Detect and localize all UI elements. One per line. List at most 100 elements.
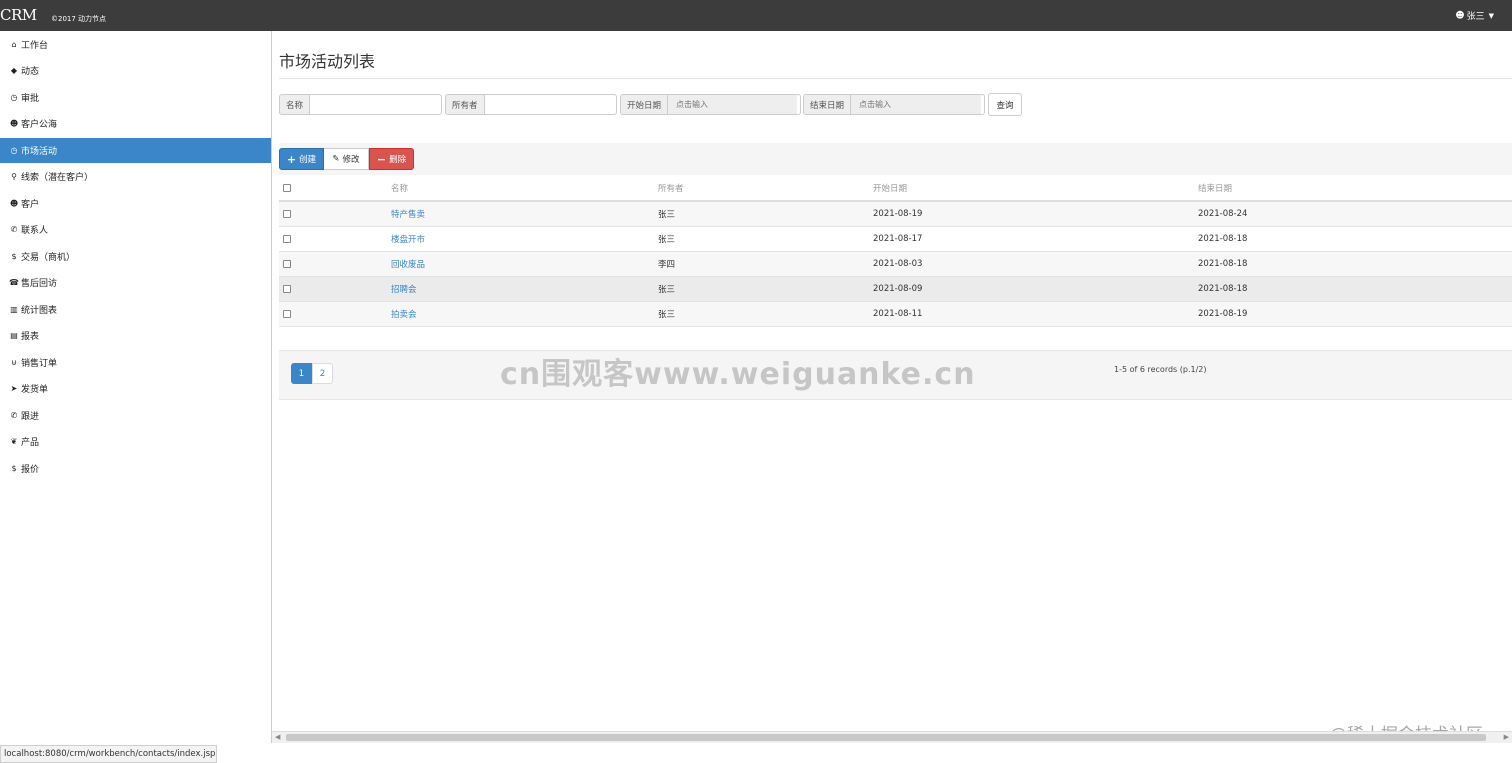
owner-cell: 张三 [658, 310, 676, 320]
toolbar [279, 143, 1512, 175]
search-name-group: 名称 [279, 94, 442, 115]
search-name-label: 名称 [280, 95, 311, 114]
sidebar-item[interactable]: ◷ 市场活动 [0, 137, 271, 163]
scroll-left-icon[interactable]: ◀ [275, 733, 280, 741]
search-start-date-label: 开始日期 [621, 95, 669, 114]
pencil-icon: ✎ [332, 154, 340, 164]
sidebar-item[interactable]: ◆ 动态 [0, 58, 271, 83]
search-icon: ⚲ [11, 172, 17, 181]
sidebar-item-label: 统计图表 [21, 305, 58, 316]
home-icon: ⌂ [11, 39, 17, 49]
sidebar-item[interactable]: ✆ 联系人 [0, 217, 271, 242]
sidebar-item[interactable]: $ 交易（商机） [0, 244, 271, 269]
header-owner: 所有者 [658, 184, 684, 194]
owner-cell: 张三 [658, 210, 676, 220]
caret-down-icon: ▼ [1488, 11, 1494, 20]
sidebar-item-label: 联系人 [21, 226, 49, 236]
horizontal-scrollbar[interactable]: ◀ ▶ [272, 731, 1512, 743]
owner-cell: 李四 [658, 260, 676, 270]
row-checkbox[interactable] [283, 285, 291, 293]
start-date-input[interactable] [668, 95, 798, 114]
browser-status-url: localhost:8080/crm/workbench/contacts/in… [0, 745, 217, 763]
brand-subtitle: ©2017 动力节点 [51, 15, 107, 23]
scrollbar-thumb[interactable] [286, 734, 1486, 741]
row-checkbox[interactable] [283, 260, 291, 268]
tag-icon: ◆ [10, 66, 18, 75]
row-checkbox-cell [283, 227, 291, 251]
page-button-1[interactable]: 1 [291, 363, 312, 384]
select-all-checkbox[interactable] [283, 184, 291, 192]
sidebar-item-label: 销售订单 [21, 358, 58, 369]
scroll-right-icon[interactable]: ▶ [1504, 733, 1509, 741]
activity-name-link[interactable]: 楼盘开市 [391, 233, 425, 245]
sidebar-item[interactable]: ➤ 发货单 [0, 376, 271, 401]
site-watermark: cn围观客www.weiguanke.cn [500, 357, 976, 392]
end-date-cell: 2021-08-18 [1198, 234, 1248, 244]
sidebar-item[interactable]: ⊍ 销售订单 [0, 350, 271, 375]
sidebar-item-label: 交易（商机） [21, 252, 76, 263]
send-icon: ➤ [10, 384, 18, 393]
owner-cell: 张三 [658, 285, 676, 295]
sidebar-item[interactable]: ⌂ 工作台 [0, 32, 271, 57]
create-button[interactable]: + 创建 [279, 148, 324, 170]
sidebar-item[interactable]: ⚲ 线索（潜在客户） [0, 164, 271, 189]
sidebar-item[interactable]: $ 报价 [0, 456, 271, 481]
row-checkbox-cell [283, 277, 291, 301]
activity-name-link[interactable]: 招聘会 [391, 283, 417, 295]
sidebar-item-label: 发货单 [21, 385, 49, 395]
sidebar-item-label: 客户公海 [21, 120, 58, 130]
title-divider [279, 78, 1512, 79]
page-title: 市场活动列表 [279, 52, 376, 71]
header-name: 名称 [391, 184, 409, 194]
sidebar-item[interactable]: ❦ 产品 [0, 429, 271, 454]
table-row[interactable]: 拍卖会 张三 2021-08-11 2021-08-19 [279, 302, 1512, 327]
start-date-cell: 2021-08-11 [873, 309, 923, 319]
dollar-icon: $ [11, 251, 17, 261]
minus-icon: − [376, 152, 387, 166]
leaf-icon: ❦ [10, 437, 18, 446]
search-owner-input[interactable] [484, 95, 614, 114]
end-date-cell: 2021-08-18 [1198, 284, 1248, 294]
user-menu[interactable]: ☻ 张三 ▼ [1455, 9, 1494, 23]
search-start-date-group: 开始日期 [620, 94, 801, 115]
search-owner-group: 所有者 [445, 94, 617, 115]
end-date-input[interactable] [851, 95, 982, 114]
row-checkbox[interactable] [283, 235, 291, 243]
page-button-2[interactable]: 2 [312, 363, 333, 384]
search-end-date-group: 结束日期 [803, 94, 985, 115]
search-name-input[interactable] [310, 95, 440, 114]
sidebar-item[interactable]: ▤ 报表 [0, 323, 271, 348]
activity-name-link[interactable]: 特产售卖 [391, 208, 425, 220]
row-checkbox[interactable] [283, 210, 291, 218]
delete-button[interactable]: − 删除 [369, 148, 414, 170]
phone-icon: ✆ [10, 410, 18, 420]
table-row[interactable]: 特产售卖 张三 2021-08-19 2021-08-24 [279, 202, 1512, 227]
sidebar-item[interactable]: ✆ 跟进 [0, 403, 271, 428]
edit-button[interactable]: ✎ 修改 [324, 148, 369, 170]
sidebar-item-label: 售后回访 [21, 279, 58, 289]
sidebar-item[interactable]: ☻ 客户公海 [0, 111, 271, 136]
sidebar-item[interactable]: ◷ 审批 [0, 85, 271, 110]
start-date-cell: 2021-08-03 [873, 259, 923, 269]
end-date-cell: 2021-08-24 [1198, 209, 1248, 219]
sidebar-item[interactable]: ▥ 统计图表 [0, 297, 271, 322]
sidebar-item[interactable]: ☎ 售后回访 [0, 270, 271, 295]
search-owner-label: 所有者 [446, 95, 485, 114]
sidebar-item-label: 工作台 [21, 40, 49, 51]
end-date-cell: 2021-08-18 [1198, 259, 1248, 269]
sidebar-item[interactable]: ☻ 客户 [0, 191, 271, 216]
table-row[interactable]: 回收废品 李四 2021-08-03 2021-08-18 [279, 252, 1512, 277]
table-row[interactable]: 招聘会 张三 2021-08-09 2021-08-18 [279, 277, 1512, 302]
sidebar-item-label: 产品 [21, 438, 40, 448]
query-button[interactable]: 查询 [988, 93, 1022, 116]
owner-cell: 张三 [658, 235, 676, 245]
row-checkbox[interactable] [283, 310, 291, 318]
header-start-date: 开始日期 [873, 184, 908, 194]
activity-name-link[interactable]: 拍卖会 [391, 308, 417, 320]
activity-name-link[interactable]: 回收废品 [391, 258, 425, 270]
search-end-date-label: 结束日期 [804, 95, 852, 114]
cart-icon: ⊍ [11, 357, 17, 367]
row-checkbox-cell [283, 252, 291, 276]
table-row[interactable]: 楼盘开市 张三 2021-08-17 2021-08-18 [279, 227, 1512, 252]
start-date-cell: 2021-08-09 [873, 284, 923, 294]
